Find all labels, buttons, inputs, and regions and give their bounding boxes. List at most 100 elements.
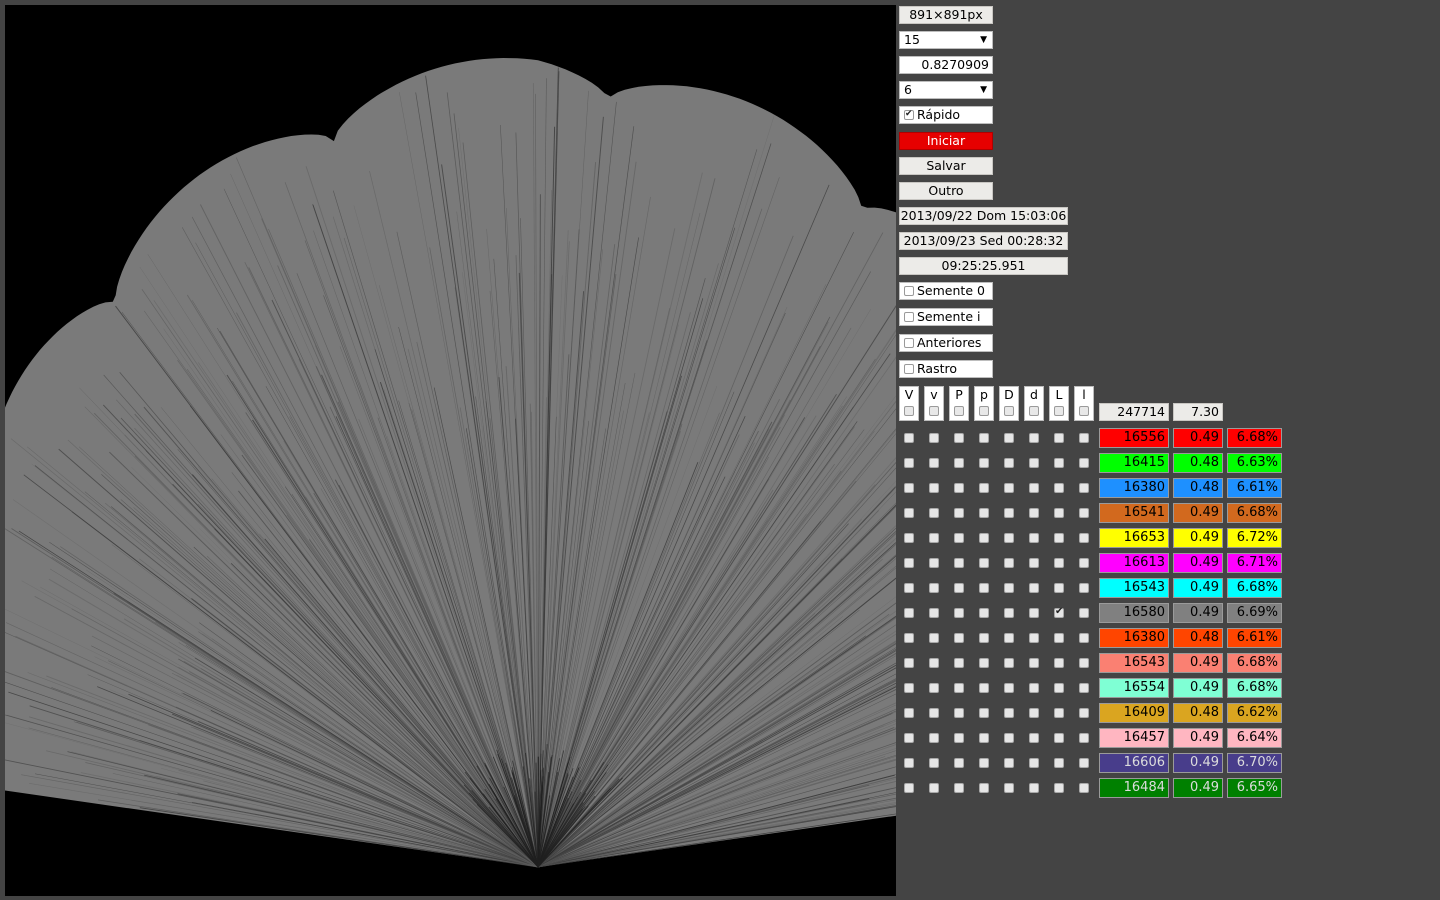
row-checkbox[interactable] [954, 658, 964, 668]
row-checkbox[interactable] [1054, 458, 1064, 468]
column-header-5[interactable]: d [1024, 386, 1044, 421]
row-checkbox[interactable] [929, 733, 939, 743]
row-checkbox[interactable] [929, 758, 939, 768]
row-checkbox[interactable] [904, 733, 914, 743]
row-checkbox[interactable] [1029, 658, 1039, 668]
row-checkbox[interactable] [979, 483, 989, 493]
row-checkbox[interactable] [1054, 433, 1064, 443]
row-checkbox[interactable] [1079, 433, 1089, 443]
parameter-select-2[interactable]: 6 ▼ [899, 81, 993, 99]
save-button[interactable]: Salvar [899, 157, 993, 175]
row-checkbox[interactable] [954, 758, 964, 768]
row-checkbox[interactable] [1029, 433, 1039, 443]
row-checkbox[interactable] [954, 683, 964, 693]
row-checkbox[interactable] [954, 558, 964, 568]
column-header-checkbox[interactable] [1029, 406, 1039, 416]
row-checkbox[interactable] [1029, 608, 1039, 618]
row-checkbox[interactable] [979, 608, 989, 618]
row-checkbox[interactable] [904, 433, 914, 443]
row-checkbox[interactable] [1079, 458, 1089, 468]
column-header-checkbox[interactable] [929, 406, 939, 416]
row-checkbox[interactable] [1029, 533, 1039, 543]
row-checkbox[interactable] [954, 783, 964, 793]
column-header-checkbox[interactable] [1079, 406, 1089, 416]
row-checkbox[interactable] [1029, 633, 1039, 643]
row-checkbox[interactable] [979, 433, 989, 443]
fractal-canvas[interactable] [5, 5, 896, 896]
row-checkbox[interactable] [904, 658, 914, 668]
row-checkbox[interactable] [1079, 783, 1089, 793]
row-checkbox[interactable] [1004, 733, 1014, 743]
row-checkbox[interactable] [929, 683, 939, 693]
row-checkbox[interactable] [1029, 458, 1039, 468]
row-checkbox[interactable] [1029, 683, 1039, 693]
row-checkbox[interactable] [979, 533, 989, 543]
row-checkbox[interactable] [1004, 533, 1014, 543]
other-button[interactable]: Outro [899, 182, 993, 200]
row-checkbox[interactable] [929, 633, 939, 643]
column-header-3[interactable]: p [974, 386, 994, 421]
row-checkbox[interactable] [1054, 606, 1064, 618]
number-input[interactable]: 0.8270909 [899, 56, 993, 74]
row-checkbox[interactable] [929, 608, 939, 618]
row-checkbox[interactable] [1004, 683, 1014, 693]
row-checkbox[interactable] [1054, 533, 1064, 543]
fast-toggle[interactable]: Rápido [899, 106, 993, 124]
row-checkbox[interactable] [1029, 708, 1039, 718]
seed0-toggle[interactable]: Semente 0 [899, 282, 993, 300]
parameter-select-1[interactable]: 15 ▼ [899, 31, 993, 49]
column-header-0[interactable]: V [899, 386, 919, 421]
row-checkbox[interactable] [1079, 558, 1089, 568]
column-header-6[interactable]: L [1049, 386, 1069, 421]
row-checkbox[interactable] [904, 608, 914, 618]
row-checkbox[interactable] [1004, 483, 1014, 493]
row-checkbox[interactable] [1004, 458, 1014, 468]
row-checkbox[interactable] [1004, 558, 1014, 568]
row-checkbox[interactable] [1054, 683, 1064, 693]
row-checkbox[interactable] [904, 558, 914, 568]
row-checkbox[interactable] [929, 458, 939, 468]
row-checkbox[interactable] [1004, 708, 1014, 718]
row-checkbox[interactable] [1029, 583, 1039, 593]
row-checkbox[interactable] [954, 458, 964, 468]
row-checkbox[interactable] [979, 783, 989, 793]
row-checkbox[interactable] [904, 458, 914, 468]
row-checkbox[interactable] [904, 583, 914, 593]
column-header-4[interactable]: D [999, 386, 1019, 421]
row-checkbox[interactable] [1029, 758, 1039, 768]
row-checkbox[interactable] [979, 633, 989, 643]
row-checkbox[interactable] [1029, 508, 1039, 518]
row-checkbox[interactable] [1004, 658, 1014, 668]
row-checkbox[interactable] [904, 508, 914, 518]
row-checkbox[interactable] [954, 708, 964, 718]
column-header-checkbox[interactable] [954, 406, 964, 416]
column-header-1[interactable]: v [924, 386, 944, 421]
row-checkbox[interactable] [1004, 433, 1014, 443]
row-checkbox[interactable] [929, 583, 939, 593]
row-checkbox[interactable] [929, 658, 939, 668]
row-checkbox[interactable] [954, 633, 964, 643]
row-checkbox[interactable] [1079, 533, 1089, 543]
row-checkbox[interactable] [954, 508, 964, 518]
row-checkbox[interactable] [1004, 608, 1014, 618]
row-checkbox[interactable] [979, 683, 989, 693]
row-checkbox[interactable] [1079, 483, 1089, 493]
row-checkbox[interactable] [954, 483, 964, 493]
row-checkbox[interactable] [929, 508, 939, 518]
trail-checkbox[interactable] [904, 363, 914, 374]
row-checkbox[interactable] [904, 783, 914, 793]
column-header-checkbox[interactable] [1004, 406, 1014, 416]
row-checkbox[interactable] [1029, 783, 1039, 793]
row-checkbox[interactable] [954, 608, 964, 618]
row-checkbox[interactable] [979, 708, 989, 718]
row-checkbox[interactable] [1054, 583, 1064, 593]
row-checkbox[interactable] [1054, 758, 1064, 768]
row-checkbox[interactable] [1029, 558, 1039, 568]
column-header-7[interactable]: l [1074, 386, 1094, 421]
row-checkbox[interactable] [904, 633, 914, 643]
row-checkbox[interactable] [1004, 508, 1014, 518]
row-checkbox[interactable] [954, 433, 964, 443]
seed0-checkbox[interactable] [904, 285, 914, 296]
row-checkbox[interactable] [1004, 583, 1014, 593]
row-checkbox[interactable] [904, 483, 914, 493]
